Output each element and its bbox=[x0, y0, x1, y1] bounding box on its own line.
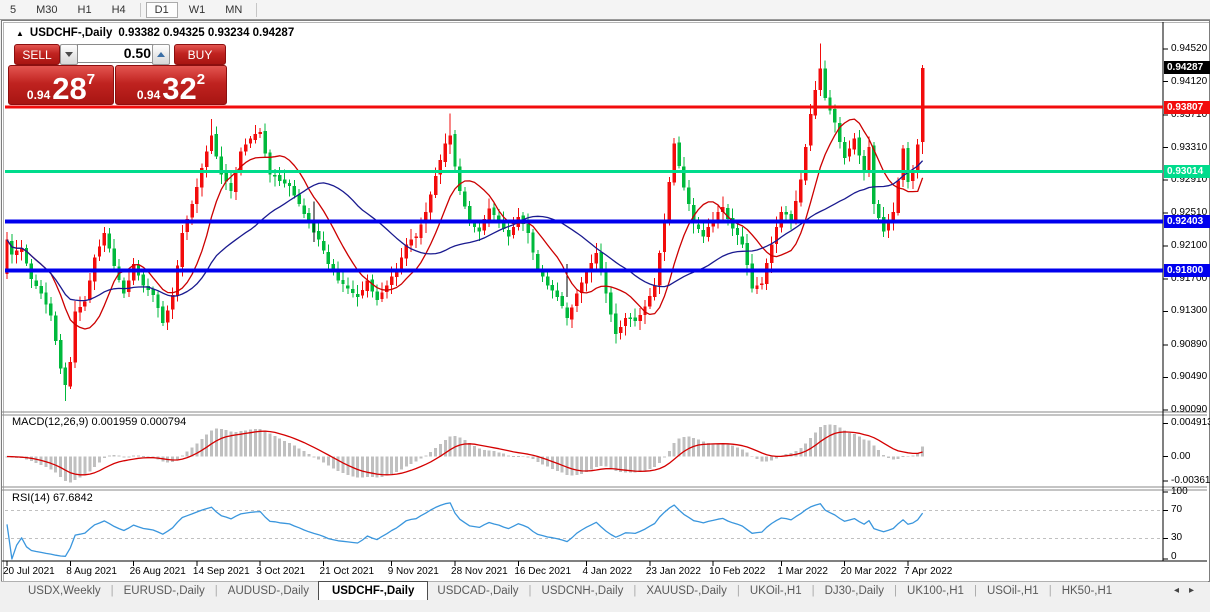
chart-tab-eurusd-daily[interactable]: EURUSD-,Daily bbox=[115, 585, 214, 597]
chart-symbol-label: USDCHF-,Daily bbox=[30, 27, 112, 39]
volume-input[interactable]: 0.50 bbox=[77, 44, 158, 63]
collapse-panel-icon[interactable]: ▲ bbox=[16, 29, 24, 38]
date-axis-label: 26 Aug 2021 bbox=[130, 566, 186, 577]
date-axis-label: 4 Jan 2022 bbox=[583, 566, 633, 577]
price-axis-label: 0.90490 bbox=[1171, 371, 1207, 382]
date-axis-label: 3 Oct 2021 bbox=[256, 566, 305, 577]
level-price-badge: 0.93014 bbox=[1164, 165, 1210, 178]
sell-price-pips: 28 bbox=[52, 76, 86, 101]
buy-price-pips: 32 bbox=[162, 76, 196, 101]
buy-price-prefix: 0.94 bbox=[137, 89, 160, 101]
mt4-terminal: 5M30H1H4D1W1MN ▲ USDCHF-,Daily 0.93382 0… bbox=[0, 0, 1210, 612]
date-axis-label: 7 Apr 2022 bbox=[904, 566, 952, 577]
date-axis-label: 1 Mar 2022 bbox=[777, 566, 828, 577]
buy-price-point: 2 bbox=[197, 72, 205, 87]
sell-price-prefix: 0.94 bbox=[27, 89, 50, 101]
one-click-trading-panel: SELL 0.50 BUY 0.94 28 7 0.94 32 2 bbox=[8, 44, 225, 100]
macd-axis-label: 0.00 bbox=[1171, 451, 1190, 462]
date-axis-label: 8 Aug 2021 bbox=[66, 566, 117, 577]
date-axis-label: 20 Jul 2021 bbox=[3, 566, 55, 577]
sell-price-point: 7 bbox=[87, 72, 95, 87]
price-axis-label: 0.94120 bbox=[1171, 76, 1207, 87]
date-axis-label: 10 Feb 2022 bbox=[709, 566, 765, 577]
level-price-badge: 0.93807 bbox=[1164, 101, 1210, 114]
buy-button[interactable]: BUY bbox=[174, 44, 226, 65]
price-axis-label: 0.92100 bbox=[1171, 240, 1207, 251]
rsi-indicator-label: RSI(14) 67.6842 bbox=[12, 492, 93, 504]
price-axis-label: 0.90890 bbox=[1171, 339, 1207, 350]
macd-axis-label: 0.004913 bbox=[1171, 417, 1210, 428]
date-axis-label: 21 Oct 2021 bbox=[320, 566, 374, 577]
triangle-up-icon bbox=[157, 52, 165, 57]
volume-decrease-button[interactable] bbox=[60, 44, 78, 65]
date-axis-label: 16 Dec 2021 bbox=[514, 566, 571, 577]
chart-ohlc-values: 0.93382 0.94325 0.93234 0.94287 bbox=[118, 27, 294, 39]
date-axis-label: 20 Mar 2022 bbox=[841, 566, 897, 577]
sell-price-tile[interactable]: 0.94 28 7 bbox=[8, 65, 114, 105]
chart-tab-uk100-h1[interactable]: UK100-,H1 bbox=[898, 585, 973, 597]
current-price-badge: 0.94287 bbox=[1164, 61, 1210, 74]
chart-tab-usdcnh-daily[interactable]: USDCNH-,Daily bbox=[533, 585, 633, 597]
rsi-axis-label: 100 bbox=[1171, 486, 1188, 497]
macd-axis-label: -0.003614 bbox=[1171, 475, 1210, 486]
chart-tab-usoil-h1[interactable]: USOil-,H1 bbox=[978, 585, 1048, 597]
date-axis-label: 9 Nov 2021 bbox=[388, 566, 439, 577]
rsi-axis-label: 70 bbox=[1171, 504, 1182, 515]
sell-button[interactable]: SELL bbox=[14, 44, 60, 65]
level-price-badge: 0.91800 bbox=[1164, 264, 1210, 277]
chart-tab-usdx-weekly[interactable]: USDX,Weekly bbox=[19, 585, 110, 597]
price-axis-label: 0.93310 bbox=[1171, 142, 1207, 153]
price-axis-label: 0.91300 bbox=[1171, 305, 1207, 316]
chart-tab-bar: USDX,Weekly|EURUSD-,Daily|AUDUSD-,DailyU… bbox=[1, 581, 1208, 600]
chart-tab-dj30-daily[interactable]: DJ30-,Daily bbox=[816, 585, 893, 597]
date-axis-label: 23 Jan 2022 bbox=[646, 566, 701, 577]
rsi-axis-label: 30 bbox=[1171, 532, 1182, 543]
chart-tab-usdcad-daily[interactable]: USDCAD-,Daily bbox=[428, 585, 527, 597]
volume-increase-button[interactable] bbox=[152, 44, 170, 65]
rsi-axis-label: 0 bbox=[1171, 551, 1177, 562]
macd-indicator-label: MACD(12,26,9) 0.001959 0.000794 bbox=[12, 416, 186, 428]
chart-tab-ukoil-h1[interactable]: UKOil-,H1 bbox=[741, 585, 811, 597]
chart-title: ▲ USDCHF-,Daily 0.93382 0.94325 0.93234 … bbox=[16, 27, 294, 39]
level-price-badge: 0.92403 bbox=[1164, 215, 1210, 228]
date-axis-label: 28 Nov 2021 bbox=[451, 566, 508, 577]
triangle-down-icon bbox=[65, 52, 73, 57]
buy-price-tile[interactable]: 0.94 32 2 bbox=[115, 65, 227, 105]
chart-tab-xauusd-daily[interactable]: XAUUSD-,Daily bbox=[637, 585, 736, 597]
price-axis-label: 0.94520 bbox=[1171, 43, 1207, 54]
price-axis-label: 0.90090 bbox=[1171, 404, 1207, 415]
chart-tab-usdchf-daily[interactable]: USDCHF-,Daily bbox=[318, 581, 428, 600]
chart-tab-hk50-h1[interactable]: HK50-,H1 bbox=[1053, 585, 1122, 597]
chart-tab-audusd-daily[interactable]: AUDUSD-,Daily bbox=[219, 585, 318, 597]
tab-scroll-arrows[interactable]: ◂▸ bbox=[1174, 585, 1204, 596]
date-axis-label: 14 Sep 2021 bbox=[193, 566, 250, 577]
